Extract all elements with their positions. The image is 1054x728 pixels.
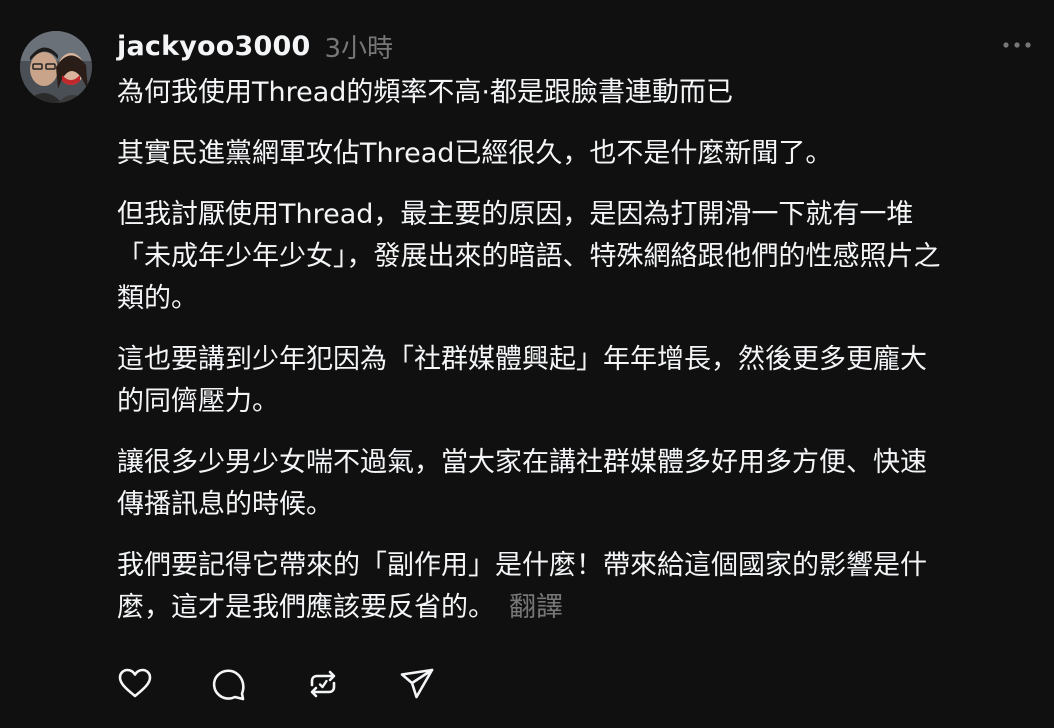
heart-icon (118, 668, 152, 698)
like-button[interactable] (117, 666, 153, 702)
share-send-icon (400, 668, 434, 699)
more-options-button[interactable] (1000, 30, 1034, 60)
username[interactable]: jackyoo3000 (117, 31, 310, 62)
post-paragraph: 其實民進黨網軍攻佔Thread已經很久，也不是什麼新聞了。 (117, 138, 833, 169)
translate-link[interactable]: 翻譯 (509, 592, 563, 623)
share-button[interactable] (399, 666, 435, 702)
post-header: jackyoo3000 3小時 (117, 26, 393, 66)
avatar-image (20, 31, 92, 103)
post-paragraph: 但我討厭使用Thread，最主要的原因，是因為打開滑一下就有一堆 「未成年少年少… (117, 199, 941, 314)
post-paragraph: 為何我使用Thread的頻率不高·都是跟臉書連動而已 (117, 77, 733, 108)
avatar[interactable] (20, 31, 92, 103)
post-body: 為何我使用Thread的頻率不高·都是跟臉書連動而已 其實民進黨網軍攻佔Thre… (117, 72, 1042, 648)
repost-icon (310, 670, 336, 698)
post-paragraph: 讓很多少男少女喘不過氣，當大家在講社群媒體多好用多方便、快速 傳播訊息的時候。 (117, 447, 927, 520)
repost-button[interactable] (305, 666, 341, 702)
post-timestamp: 3小時 (324, 33, 394, 64)
post-last-paragraph: 我們要記得它帶來的「副作用」是什麼！帶來給這個國家的影響是什 麼，這才是我們應該… (117, 545, 1042, 629)
post-actions (117, 664, 493, 704)
more-horizontal-icon (1003, 42, 1031, 48)
comment-button[interactable] (211, 666, 247, 702)
post-paragraph: 這也要講到少年犯因為「社群媒體興起」年年增長，然後更多更龐大 的同儕壓力。 (117, 344, 927, 417)
comment-bubble-icon (212, 669, 245, 701)
